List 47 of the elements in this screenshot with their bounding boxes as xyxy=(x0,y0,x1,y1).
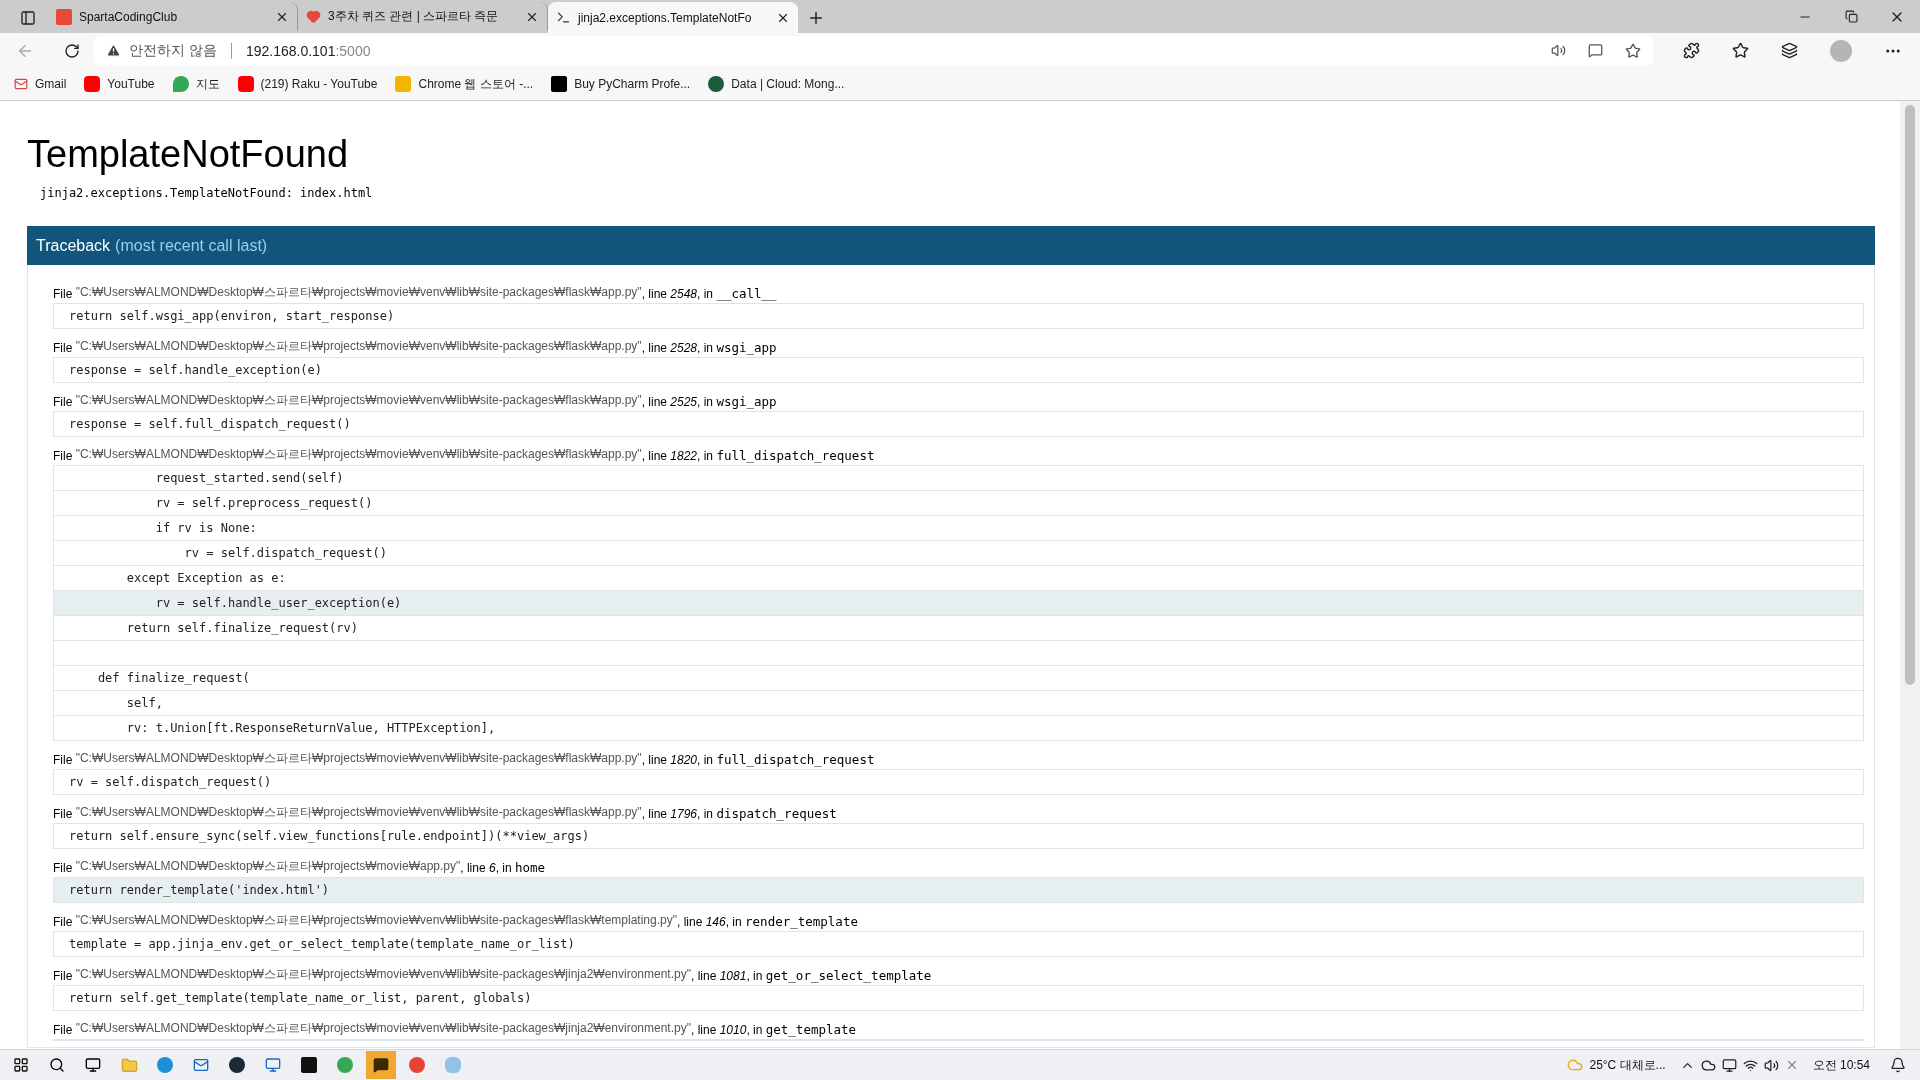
add-favorite-icon[interactable] xyxy=(1625,42,1641,59)
volume-icon[interactable] xyxy=(1763,1057,1779,1073)
frame-location: File "C:₩Users₩ALMOND₩Desktop₩스파르타₩projects₩movie₩venv₩lib₩site-packages₩jinja2₩environment.py", line 1081, in get_or_select_template xyxy=(53,966,933,985)
browser-tab[interactable]: SpartaCodingClub xyxy=(48,2,298,31)
bookmark-link[interactable]: Gmail xyxy=(35,77,67,91)
chat-icon[interactable] xyxy=(366,1051,396,1079)
clock-text[interactable]: 오전 10:54 xyxy=(1812,1056,1870,1074)
traceback-note: (most recent call last) xyxy=(115,236,268,255)
frame-location: File "C:₩Users₩ALMOND₩Desktop₩스파르타₩projects₩movie₩app.py", line 6, in home xyxy=(53,858,547,877)
heart-icon xyxy=(306,9,321,24)
frame-location: File "C:₩Users₩ALMOND₩Desktop₩스파르타₩projects₩movie₩venv₩lib₩site-packages₩flask₩app.py", line 1796, in dispatch_request xyxy=(53,804,838,823)
mail-icon xyxy=(14,77,28,91)
frame-location: File "C:₩Users₩ALMOND₩Desktop₩스파르타₩projects₩movie₩venv₩lib₩site-packages₩flask₩app.py", line 1822, in full_dispatch_request xyxy=(53,446,876,465)
network-icon[interactable] xyxy=(1742,1057,1758,1073)
monitor-icon[interactable] xyxy=(1721,1057,1737,1073)
frame-location: File "C:₩Users₩ALMOND₩Desktop₩스파르타₩projects₩movie₩venv₩lib₩site-packages₩flask₩app.py", line 2528, in wsgi_app xyxy=(53,338,778,357)
bookmark-link[interactable]: (219) Raku - YouTube xyxy=(260,77,378,91)
frame-location: File "C:₩Users₩ALMOND₩Desktop₩스파르타₩projects₩movie₩venv₩lib₩site-packages₩flask₩templating.py", line 146, in render_template xyxy=(53,912,859,931)
bookmark-link[interactable]: YouTube xyxy=(107,77,155,91)
error-title: TemplateNotFound xyxy=(27,133,350,176)
read-aloud-icon[interactable] xyxy=(1551,43,1566,58)
bookmark-link[interactable]: Chrome 웹 스토어 -... xyxy=(418,75,534,93)
bookmark-link[interactable]: 지도 xyxy=(195,75,220,93)
scrollbar[interactable] xyxy=(1900,101,1920,1049)
frame-location: File "C:₩Users₩ALMOND₩Desktop₩스파르타₩projects₩movie₩venv₩lib₩site-packages₩flask₩app.py", line 1820, in full_dispatch_request xyxy=(53,750,876,769)
security-label: 안전하지 않음 xyxy=(129,41,217,60)
map-pin-icon xyxy=(172,76,189,92)
url-text: 192.168.0.101:5000 xyxy=(245,42,371,59)
reload-icon[interactable] xyxy=(64,42,80,59)
tab-favicon-icon xyxy=(56,8,72,25)
traceback-title: Traceback xyxy=(36,236,111,255)
terminal-icon xyxy=(556,10,571,25)
frame-location: File "C:₩Users₩ALMOND₩Desktop₩스파르타₩projects₩movie₩venv₩lib₩site-packages₩flask₩app.py", line 2548, in __call__ xyxy=(53,284,778,303)
frame-location: File "C:₩Users₩ALMOND₩Desktop₩스파르타₩projects₩movie₩venv₩lib₩site-packages₩flask₩app.py", line 2525, in wsgi_app xyxy=(53,392,778,411)
address-bar[interactable]: 안전하지 않음 192.168.0.101:5000 xyxy=(94,35,1653,66)
weather-icon xyxy=(1567,1057,1584,1073)
bookmark-link[interactable]: Data | Cloud: Mong... xyxy=(731,77,845,91)
extensions-icon[interactable] xyxy=(1683,42,1700,59)
browser-tab[interactable]: jinja2.exceptions.TemplateNotFo xyxy=(548,2,798,33)
frame-location: File "C:₩Users₩ALMOND₩Desktop₩스파르타₩projects₩movie₩venv₩lib₩site-packages₩jinja2₩environment.py", line 1010, in get_template xyxy=(53,1020,858,1039)
weather-text[interactable]: 25°C 대체로... xyxy=(1589,1056,1666,1074)
notification-icon[interactable] xyxy=(1890,1057,1906,1073)
favorites-icon[interactable] xyxy=(1732,42,1749,59)
cloud-icon[interactable] xyxy=(1700,1057,1716,1073)
error-message: jinja2.exceptions.TemplateNotFound: index.html xyxy=(40,186,374,200)
bookmark-link[interactable]: Buy PyCharm Profe... xyxy=(574,77,691,91)
warning-icon xyxy=(106,43,121,58)
